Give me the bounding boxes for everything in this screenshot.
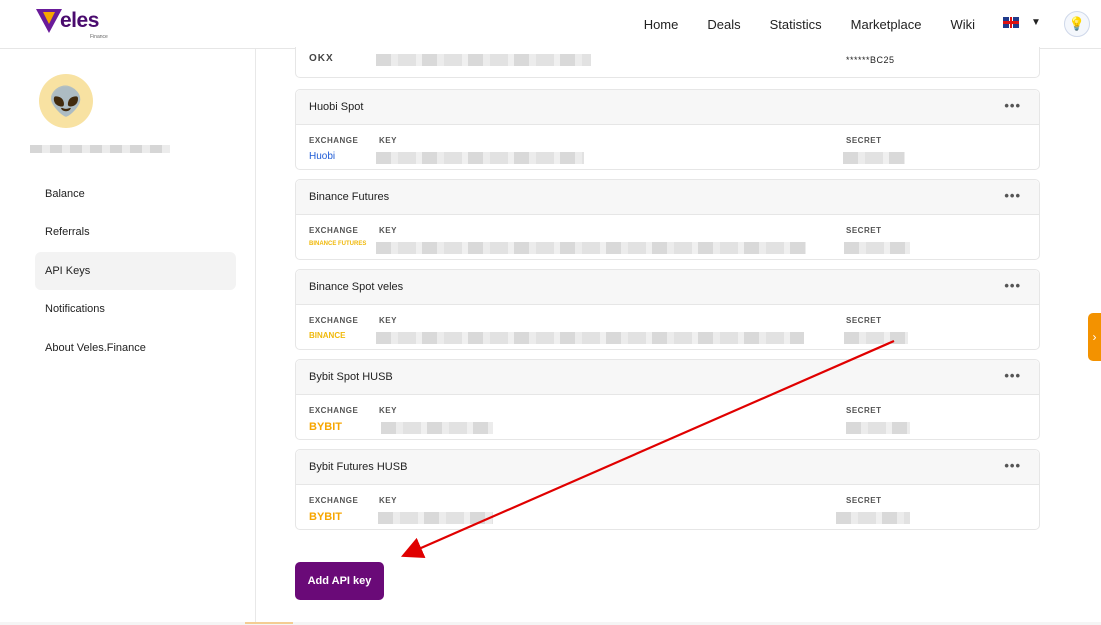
card-title: Bybit Spot HUSB ••• (296, 360, 1039, 395)
secret-blurred (844, 242, 910, 254)
card-title-text: Huobi Spot (309, 101, 364, 113)
main-nav: Home Deals Statistics Marketplace Wiki (615, 0, 975, 48)
exchange-label: EXCHANGE (309, 226, 359, 235)
more-options-icon[interactable]: ••• (1004, 188, 1021, 203)
theme-toggle-bulb-icon[interactable]: 💡 (1064, 11, 1090, 37)
api-key-card: Huobi Spot ••• EXCHANGE KEY SECRET Huobi (295, 89, 1040, 170)
key-blurred (376, 242, 806, 254)
exchange-label: EXCHANGE (309, 406, 359, 415)
sidebar-item-api-keys[interactable]: API Keys (35, 251, 236, 290)
exchange-label: EXCHANGE (309, 316, 359, 325)
bottom-accent-bar (245, 622, 293, 624)
card-title-text: Binance Spot veles (309, 281, 404, 293)
api-key-card: Binance Spot veles ••• EXCHANGE KEY SECR… (295, 269, 1040, 350)
key-label: KEY (379, 136, 397, 145)
api-key-card: Binance Futures ••• EXCHANGE KEY SECRET … (295, 179, 1040, 260)
uk-flag-icon (1003, 17, 1019, 28)
more-options-icon[interactable]: ••• (1004, 368, 1021, 383)
card-title: Binance Futures ••• (296, 180, 1039, 215)
sidebar-item-referrals[interactable]: Referrals (35, 213, 236, 251)
card-title-text: Binance Futures (309, 191, 390, 203)
okx-key-blurred (376, 54, 591, 66)
huobi-logo: Huobi (309, 151, 336, 162)
more-options-icon[interactable]: ••• (1004, 98, 1021, 113)
secret-blurred (844, 332, 908, 344)
card-title-text: Bybit Futures HUSB (309, 461, 408, 473)
binance-logo: BINANCE (309, 331, 346, 340)
api-key-card: Bybit Futures HUSB ••• EXCHANGE KEY SECR… (295, 449, 1040, 530)
language-selector[interactable]: ▼ (1003, 17, 1041, 28)
top-header: eles Finance Home Deals Statistics Marke… (0, 0, 1101, 49)
sidebar-item-about[interactable]: About Veles.Finance (35, 329, 236, 367)
api-key-card-okx: OKX ******BC25 (295, 47, 1040, 78)
key-label: KEY (379, 226, 397, 235)
secret-label: SECRET (846, 406, 882, 415)
sidebar-menu: Balance Referrals API Keys Notifications… (35, 175, 236, 367)
sidebar-item-notifications[interactable]: Notifications (35, 290, 236, 328)
secret-label: SECRET (846, 496, 882, 505)
chevron-down-icon: ▼ (1031, 17, 1041, 28)
key-blurred (378, 512, 493, 524)
exchange-label: EXCHANGE (309, 496, 359, 505)
secret-label: SECRET (846, 226, 882, 235)
key-label: KEY (379, 316, 397, 325)
veles-logo[interactable]: eles Finance (36, 9, 108, 40)
username-blurred (30, 145, 170, 153)
add-api-key-button[interactable]: Add API key (295, 562, 384, 600)
nav-wiki[interactable]: Wiki (950, 17, 975, 32)
nav-marketplace[interactable]: Marketplace (851, 17, 922, 32)
bybit-logo: BYBIT (309, 421, 342, 433)
okx-logo: OKX (309, 53, 334, 64)
card-title-text: Bybit Spot HUSB (309, 371, 393, 383)
side-panel-toggle-chevron-icon[interactable]: › (1088, 313, 1101, 361)
card-title: Huobi Spot ••• (296, 90, 1039, 125)
card-title: Binance Spot veles ••• (296, 270, 1039, 305)
card-title: Bybit Futures HUSB ••• (296, 450, 1039, 485)
binance-futures-logo: BINANCE FUTURES (309, 241, 367, 247)
sidebar-item-balance[interactable]: Balance (35, 175, 236, 213)
key-label: KEY (379, 406, 397, 415)
okx-secret: ******BC25 (846, 55, 895, 65)
logo-text: eles (60, 9, 99, 32)
api-key-card: Bybit Spot HUSB ••• EXCHANGE KEY SECRET … (295, 359, 1040, 440)
logo-subtext: Finance (90, 34, 108, 40)
secret-label: SECRET (846, 136, 882, 145)
key-blurred (381, 422, 493, 434)
nav-statistics[interactable]: Statistics (770, 17, 822, 32)
key-blurred (376, 152, 584, 164)
exchange-label: EXCHANGE (309, 136, 359, 145)
secret-blurred (843, 152, 905, 164)
more-options-icon[interactable]: ••• (1004, 458, 1021, 473)
secret-blurred (846, 422, 910, 434)
logo-mark-icon (36, 9, 62, 33)
bybit-futures-logo: BYBIT (309, 511, 342, 523)
avatar: 👽 (39, 74, 93, 128)
key-blurred (376, 332, 804, 344)
nav-deals[interactable]: Deals (707, 17, 740, 32)
key-label: KEY (379, 496, 397, 505)
secret-label: SECRET (846, 316, 882, 325)
nav-home[interactable]: Home (644, 17, 679, 32)
more-options-icon[interactable]: ••• (1004, 278, 1021, 293)
secret-blurred (836, 512, 910, 524)
profile-sidebar: 👽 Balance Referrals API Keys Notificatio… (0, 49, 256, 625)
